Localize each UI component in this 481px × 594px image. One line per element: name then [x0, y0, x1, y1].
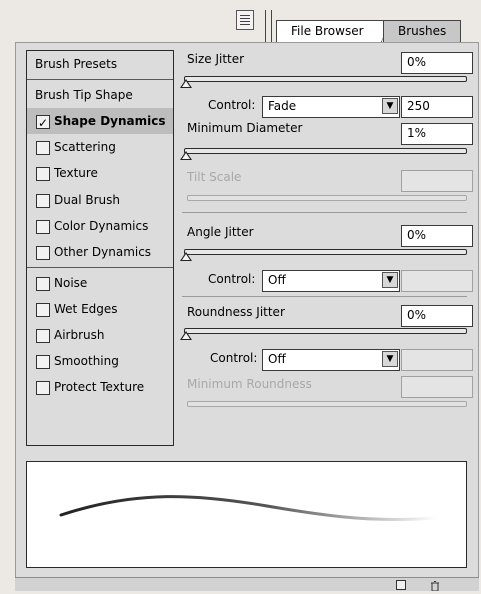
list-item-label: Wet Edges — [54, 302, 118, 316]
checkbox-airbrush[interactable] — [36, 329, 50, 343]
brush-tip-shape-item[interactable]: Brush Tip Shape — [27, 82, 173, 108]
list-item-label: Smoothing — [54, 354, 119, 368]
angle-jitter-slider[interactable] — [184, 249, 467, 255]
roundness-jitter-slider-thumb[interactable] — [180, 331, 192, 340]
list-item-label: Protect Texture — [54, 380, 145, 394]
minimum-roundness-slider — [187, 401, 467, 407]
roundness-jitter-label: Roundness Jitter — [187, 305, 285, 319]
divider — [27, 79, 173, 80]
checkbox-smoothing[interactable] — [36, 355, 50, 369]
angle-jitter-slider-thumb[interactable] — [180, 252, 192, 261]
angle-control-select[interactable]: Off ▼ — [262, 270, 400, 292]
roundness-control-steps-input — [401, 349, 473, 371]
dropdown-arrow-icon[interactable]: ▼ — [382, 272, 398, 288]
tab-divider — [271, 10, 272, 42]
list-item-label: Scattering — [54, 140, 116, 154]
divider — [182, 212, 467, 213]
minimum-diameter-slider-thumb[interactable] — [180, 151, 192, 160]
list-item-protect-texture[interactable]: Protect Texture — [27, 374, 173, 400]
list-item-scattering[interactable]: Scattering — [27, 134, 173, 160]
tilt-scale-slider — [187, 195, 467, 201]
minimum-diameter-slider[interactable] — [184, 148, 467, 154]
tab-brushes[interactable]: Brushes — [383, 20, 461, 42]
stroke-preview-graphic — [59, 495, 439, 521]
brush-presets-item[interactable]: Brush Presets — [27, 51, 173, 77]
size-jitter-label: Size Jitter — [187, 52, 245, 66]
brush-settings-list: Brush Presets Brush Tip Shape Shape Dyna… — [26, 50, 174, 446]
minimum-roundness-input — [401, 376, 473, 398]
new-brush-icon[interactable] — [396, 580, 406, 590]
checkbox-color-dynamics[interactable] — [36, 220, 50, 234]
list-item-smoothing[interactable]: Smoothing — [27, 348, 173, 374]
angle-jitter-input[interactable]: 0% — [401, 225, 473, 247]
checkbox-scattering[interactable] — [36, 141, 50, 155]
list-item-label: Airbrush — [54, 328, 105, 342]
minimum-diameter-input[interactable]: 1% — [401, 123, 473, 145]
checkbox-protect-texture[interactable] — [36, 381, 50, 395]
dropdown-arrow-icon[interactable]: ▼ — [382, 98, 398, 114]
panel-menu-icon[interactable] — [236, 10, 254, 30]
list-item-label: Noise — [54, 276, 88, 290]
roundness-control-value: Off — [268, 352, 286, 366]
tab-file-browser-label: File Browser — [291, 24, 364, 38]
roundness-control-select[interactable]: Off ▼ — [262, 349, 400, 371]
checkbox-other-dynamics[interactable] — [36, 246, 50, 260]
checkbox-texture[interactable] — [36, 167, 50, 181]
list-item-shape-dynamics[interactable]: Shape Dynamics — [27, 108, 173, 136]
angle-jitter-label: Angle Jitter — [187, 225, 254, 239]
dropdown-arrow-icon[interactable]: ▼ — [382, 351, 398, 367]
checkbox-dual-brush[interactable] — [36, 194, 50, 208]
minimum-roundness-label: Minimum Roundness — [187, 377, 312, 391]
tilt-scale-input — [401, 170, 473, 192]
list-item-label: Texture — [54, 166, 98, 180]
tilt-scale-label: Tilt Scale — [187, 170, 242, 184]
size-control-label: Control: — [208, 98, 256, 112]
list-item-noise[interactable]: Noise — [27, 270, 173, 296]
fade-steps-input[interactable]: 250 — [401, 96, 473, 118]
list-item-label: Other Dynamics — [54, 245, 152, 259]
panel-bottom-bar — [15, 577, 479, 591]
tab-file-browser[interactable]: File Browser — [276, 20, 391, 43]
size-jitter-input[interactable]: 0% — [401, 52, 473, 74]
list-item-label: Dual Brush — [54, 193, 120, 207]
checkbox-shape-dynamics[interactable] — [36, 110, 50, 136]
list-item-texture[interactable]: Texture — [27, 160, 173, 186]
size-control-value: Fade — [268, 99, 297, 113]
roundness-control-label: Control: — [210, 351, 258, 365]
tab-brushes-label: Brushes — [398, 24, 447, 38]
list-item-label: Color Dynamics — [54, 219, 149, 233]
angle-control-label: Control: — [208, 272, 256, 286]
brush-tip-shape-label: Brush Tip Shape — [35, 88, 133, 102]
list-item-airbrush[interactable]: Airbrush — [27, 322, 173, 348]
checkbox-noise[interactable] — [36, 277, 50, 291]
size-jitter-slider-thumb[interactable] — [180, 79, 192, 88]
divider — [182, 296, 467, 297]
angle-control-steps-input — [401, 270, 473, 292]
roundness-jitter-slider[interactable] — [184, 328, 467, 334]
roundness-jitter-input[interactable]: 0% — [401, 305, 473, 327]
minimum-diameter-label: Minimum Diameter — [187, 121, 303, 135]
size-jitter-slider[interactable] — [184, 76, 467, 82]
trash-icon[interactable] — [430, 580, 440, 592]
brush-presets-label: Brush Presets — [35, 57, 118, 71]
brush-stroke-preview — [26, 461, 467, 568]
list-item-wet-edges[interactable]: Wet Edges — [27, 296, 173, 322]
checkbox-wet-edges[interactable] — [36, 303, 50, 317]
list-item-color-dynamics[interactable]: Color Dynamics — [27, 213, 173, 239]
divider — [27, 267, 173, 268]
tab-divider — [265, 10, 266, 42]
list-item-label: Shape Dynamics — [54, 114, 166, 128]
list-item-dual-brush[interactable]: Dual Brush — [27, 187, 173, 213]
angle-control-value: Off — [268, 273, 286, 287]
list-item-other-dynamics[interactable]: Other Dynamics — [27, 239, 173, 265]
size-control-select[interactable]: Fade ▼ — [262, 96, 400, 118]
